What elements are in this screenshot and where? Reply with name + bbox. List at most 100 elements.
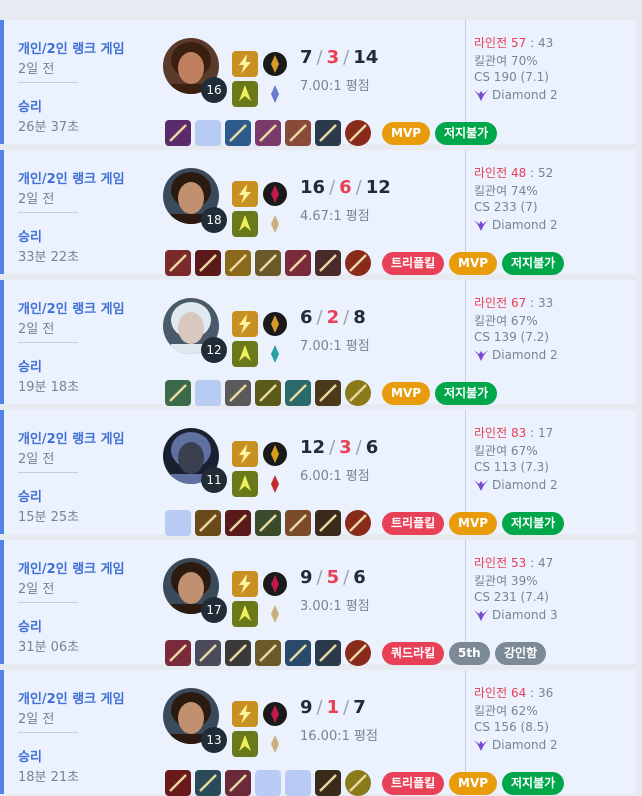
achievement-badge: MVP bbox=[449, 512, 498, 535]
keystone-rune-icon[interactable] bbox=[262, 181, 288, 207]
flash-spell-icon[interactable] bbox=[232, 441, 258, 467]
item-icon[interactable] bbox=[225, 640, 251, 666]
item-icon[interactable] bbox=[225, 510, 251, 536]
item-icon[interactable] bbox=[195, 640, 221, 666]
tier-label: Diamond 2 bbox=[492, 738, 558, 752]
ghost-spell-icon[interactable] bbox=[232, 211, 258, 237]
item-icon[interactable] bbox=[315, 120, 341, 146]
ghost-spell-icon[interactable] bbox=[232, 341, 258, 367]
keystone-rune-icon[interactable] bbox=[262, 571, 288, 597]
flash-spell-icon[interactable] bbox=[232, 51, 258, 77]
item-icon[interactable] bbox=[225, 250, 251, 276]
keystone-rune-icon[interactable] bbox=[262, 51, 288, 77]
tier-emblem-icon bbox=[474, 609, 488, 621]
kills: 12 bbox=[300, 437, 326, 458]
item-icon[interactable] bbox=[315, 250, 341, 276]
item-icon[interactable] bbox=[255, 250, 281, 276]
trinket-item-icon[interactable] bbox=[345, 380, 371, 406]
trinket-item-icon[interactable] bbox=[345, 250, 371, 276]
kill-participation: 킬관여 39% bbox=[474, 574, 538, 588]
achievement-badge: MVP bbox=[382, 122, 431, 145]
match-duration: 19분 18초 bbox=[18, 380, 80, 395]
item-icon[interactable] bbox=[285, 380, 311, 406]
secondary-rune-icon[interactable] bbox=[262, 341, 288, 367]
kills: 16 bbox=[300, 177, 326, 198]
empty-item-slot bbox=[195, 380, 221, 406]
deaths: 6 bbox=[339, 177, 352, 198]
item-icon[interactable] bbox=[285, 120, 311, 146]
secondary-rune-icon[interactable] bbox=[262, 601, 288, 627]
flash-spell-icon[interactable] bbox=[232, 701, 258, 727]
match-card[interactable]: 개인/2인 랭크 게임 2일 전 승리 15분 25초 11 12/3/6 6.00:1 평… bbox=[0, 410, 636, 536]
kill-participation: 킬관여 62% bbox=[474, 704, 538, 718]
trinket-item-icon[interactable] bbox=[345, 640, 371, 666]
item-icon[interactable] bbox=[165, 380, 191, 406]
item-icon[interactable] bbox=[255, 120, 281, 146]
match-result: 승리 bbox=[18, 490, 42, 505]
match-card[interactable]: 개인/2인 랭크 게임 2일 전 승리 33분 22초 18 16/6/12 4.67:1 … bbox=[0, 150, 636, 276]
secondary-rune-icon[interactable] bbox=[262, 81, 288, 107]
item-icon[interactable] bbox=[315, 770, 341, 796]
kda-ratio: 7.00:1 평점 bbox=[300, 339, 370, 354]
laning-score: 라인전 67 : 33 bbox=[474, 294, 553, 311]
item-icon[interactable] bbox=[165, 250, 191, 276]
trinket-item-icon[interactable] bbox=[345, 510, 371, 536]
kda-score: 16/6/12 bbox=[300, 177, 391, 198]
flash-spell-icon[interactable] bbox=[232, 311, 258, 337]
ghost-spell-icon[interactable] bbox=[232, 601, 258, 627]
keystone-rune-icon[interactable] bbox=[262, 441, 288, 467]
kda-score: 6/2/8 bbox=[300, 307, 366, 328]
item-icon[interactable] bbox=[285, 640, 311, 666]
flash-spell-icon[interactable] bbox=[232, 181, 258, 207]
keystone-rune-icon[interactable] bbox=[262, 701, 288, 727]
match-card[interactable]: 개인/2인 랭크 게임 2일 전 승리 19분 18초 12 6/2/8 7.00:1 평점… bbox=[0, 280, 636, 406]
laning-label: 라인전 bbox=[474, 426, 508, 440]
item-icon[interactable] bbox=[255, 640, 281, 666]
average-tier: Diamond 2 bbox=[474, 88, 558, 102]
secondary-rune-icon[interactable] bbox=[262, 471, 288, 497]
laning-lose: 17 bbox=[537, 426, 554, 440]
item-icon[interactable] bbox=[285, 510, 311, 536]
deaths: 3 bbox=[339, 437, 352, 458]
item-icon[interactable] bbox=[255, 380, 281, 406]
item-icon[interactable] bbox=[285, 250, 311, 276]
flash-spell-icon[interactable] bbox=[232, 571, 258, 597]
item-icon[interactable] bbox=[225, 120, 251, 146]
item-icon[interactable] bbox=[165, 120, 191, 146]
item-icon[interactable] bbox=[195, 510, 221, 536]
item-icon[interactable] bbox=[255, 510, 281, 536]
match-card[interactable]: 개인/2인 랭크 게임 2일 전 승리 26분 37초 16 7/3/14 7.00:1 평… bbox=[0, 20, 636, 146]
match-card[interactable]: 개인/2인 랭크 게임 2일 전 승리 31분 06초 17 9/5/6 3.00:1 평점… bbox=[0, 540, 636, 666]
item-icon[interactable] bbox=[315, 510, 341, 536]
item-icon[interactable] bbox=[195, 770, 221, 796]
meta-divider bbox=[18, 472, 78, 473]
laning-score: 라인전 83 : 17 bbox=[474, 424, 553, 441]
assists: 8 bbox=[353, 307, 366, 328]
item-icon[interactable] bbox=[225, 770, 251, 796]
item-icon[interactable] bbox=[165, 640, 191, 666]
achievement-badge: 저지불가 bbox=[435, 382, 498, 405]
match-duration: 33분 22초 bbox=[18, 250, 80, 265]
item-icon[interactable] bbox=[315, 640, 341, 666]
average-tier: Diamond 2 bbox=[474, 738, 558, 752]
keystone-rune-icon[interactable] bbox=[262, 311, 288, 337]
trinket-item-icon[interactable] bbox=[345, 120, 371, 146]
kda-ratio: 16.00:1 평점 bbox=[300, 729, 378, 744]
laning-label: 라인전 bbox=[474, 686, 508, 700]
item-icon[interactable] bbox=[225, 380, 251, 406]
ghost-spell-icon[interactable] bbox=[232, 731, 258, 757]
ghost-spell-icon[interactable] bbox=[232, 81, 258, 107]
secondary-rune-icon[interactable] bbox=[262, 731, 288, 757]
item-icon[interactable] bbox=[165, 770, 191, 796]
item-icon[interactable] bbox=[195, 250, 221, 276]
tier-emblem-icon bbox=[474, 219, 488, 231]
match-result: 승리 bbox=[18, 100, 42, 115]
match-result: 승리 bbox=[18, 620, 42, 635]
secondary-rune-icon[interactable] bbox=[262, 211, 288, 237]
match-card[interactable]: 개인/2인 랭크 게임 2일 전 승리 18분 21초 13 9/1/7 16.00:1 평… bbox=[0, 670, 636, 796]
kill-participation: 킬관여 74% bbox=[474, 184, 538, 198]
trinket-item-icon[interactable] bbox=[345, 770, 371, 796]
ghost-spell-icon[interactable] bbox=[232, 471, 258, 497]
item-icon[interactable] bbox=[315, 380, 341, 406]
champion-level: 12 bbox=[201, 337, 227, 363]
